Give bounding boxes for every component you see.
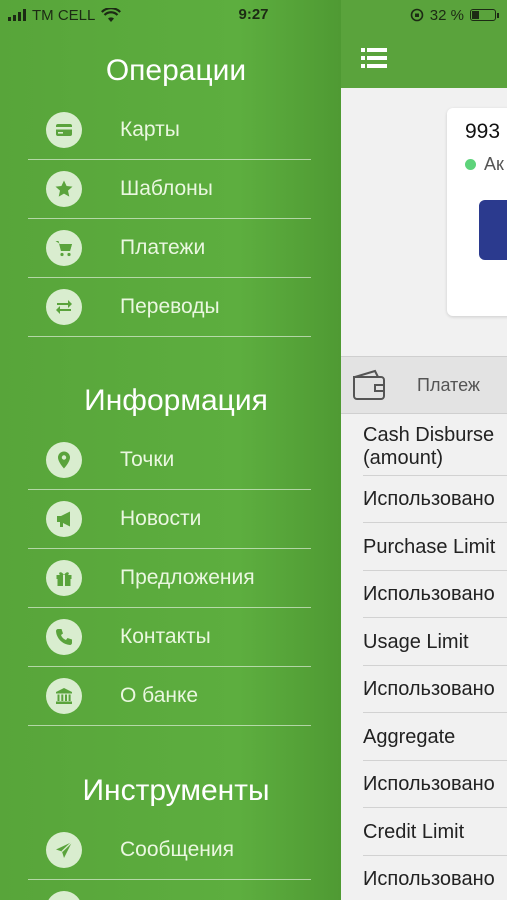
card-status: Ак <box>465 154 504 175</box>
menu-label: Шаблоны <box>120 177 213 200</box>
row-label: Purchase Limit <box>363 536 496 558</box>
menu-item-messages[interactable]: Сообщения <box>28 821 311 880</box>
row-label: Использовано <box>363 583 495 605</box>
tab-bar[interactable]: Платеж <box>341 356 507 414</box>
card-image <box>479 200 507 260</box>
row-label: Aggregate <box>363 726 456 748</box>
list-item: Credit Limit <box>363 808 507 856</box>
menu-item-about-bank[interactable]: О банке <box>28 667 311 726</box>
card-carousel: 993 Ак <box>341 88 507 356</box>
list-item: Использовано <box>363 761 507 808</box>
card-status-label: Ак <box>484 154 504 174</box>
transfer-icon <box>46 289 82 325</box>
menu-label: Сообщения <box>120 838 234 861</box>
row-label-sub: (amount) <box>363 447 444 469</box>
menu-item-offers[interactable]: Предложения <box>28 549 311 608</box>
status-dot <box>465 159 476 170</box>
menu-label: Карты <box>120 118 180 141</box>
section-title-information: Информация <box>84 384 268 417</box>
list-item: Usage Limit <box>363 618 507 666</box>
list-item: Cash Disburse (amount) <box>363 424 507 476</box>
menu-label: Платежи <box>120 236 206 259</box>
list-item: Использовано <box>363 856 507 900</box>
list-item: Использовано <box>363 476 507 523</box>
tab-payment[interactable]: Платеж <box>417 375 480 396</box>
status-time: 9:27 <box>238 6 269 23</box>
menu-item-payments[interactable]: Платежи <box>28 219 311 278</box>
menu-label: Контакты <box>120 625 211 648</box>
menu-item-more[interactable] <box>28 880 311 900</box>
menu-label: Переводы <box>120 295 220 318</box>
section-title-operations: Операции <box>105 54 247 87</box>
section-title-tools: Инструменты <box>82 774 270 807</box>
row-label: Credit Limit <box>363 821 465 843</box>
star-icon <box>46 171 82 207</box>
megaphone-icon <box>46 501 82 537</box>
menu-label: Предложения <box>120 566 255 589</box>
gift-icon <box>46 560 82 596</box>
phone-icon <box>46 619 82 655</box>
menu-item-transfers[interactable]: Переводы <box>28 278 311 337</box>
menu-toggle-icon[interactable] <box>361 44 389 72</box>
main-panel[interactable]: 32 % 993 Ак Платеж Cash Disburse (amount… <box>341 0 507 900</box>
menu-label: О банке <box>120 684 199 707</box>
list-item: Purchase Limit <box>363 523 507 571</box>
sidebar-menu: TM CELL Операции Карты Шаблоны Платежи П… <box>0 0 341 900</box>
account-card[interactable]: 993 Ак <box>447 108 507 316</box>
menu-label: Точки <box>120 448 175 471</box>
row-label: Использовано <box>363 488 495 510</box>
row-label: Использовано <box>363 678 495 700</box>
menu-item-cards[interactable]: Карты <box>28 101 311 160</box>
location-icon <box>46 442 82 478</box>
wallet-icon <box>353 369 385 400</box>
row-label: Использовано <box>363 868 495 890</box>
menu-icon <box>46 891 82 900</box>
card-number: 993 <box>465 120 501 143</box>
list-item: Использовано <box>363 666 507 713</box>
menu-label: Новости <box>120 507 202 530</box>
row-label: Cash Disburse <box>363 424 495 446</box>
menu-item-news[interactable]: Новости <box>28 490 311 549</box>
send-icon <box>46 832 82 868</box>
list-item: Использовано <box>363 571 507 618</box>
row-label: Usage Limit <box>363 631 469 653</box>
cart-icon <box>46 230 82 266</box>
menu-item-contacts[interactable]: Контакты <box>28 608 311 667</box>
card-icon <box>46 112 82 148</box>
menu-item-templates[interactable]: Шаблоны <box>28 160 311 219</box>
top-app-bar <box>341 30 507 88</box>
menu-item-points[interactable]: Точки <box>28 431 311 490</box>
row-label: Использовано <box>363 773 495 795</box>
list-item: Aggregate <box>363 713 507 761</box>
bank-icon <box>46 678 82 714</box>
